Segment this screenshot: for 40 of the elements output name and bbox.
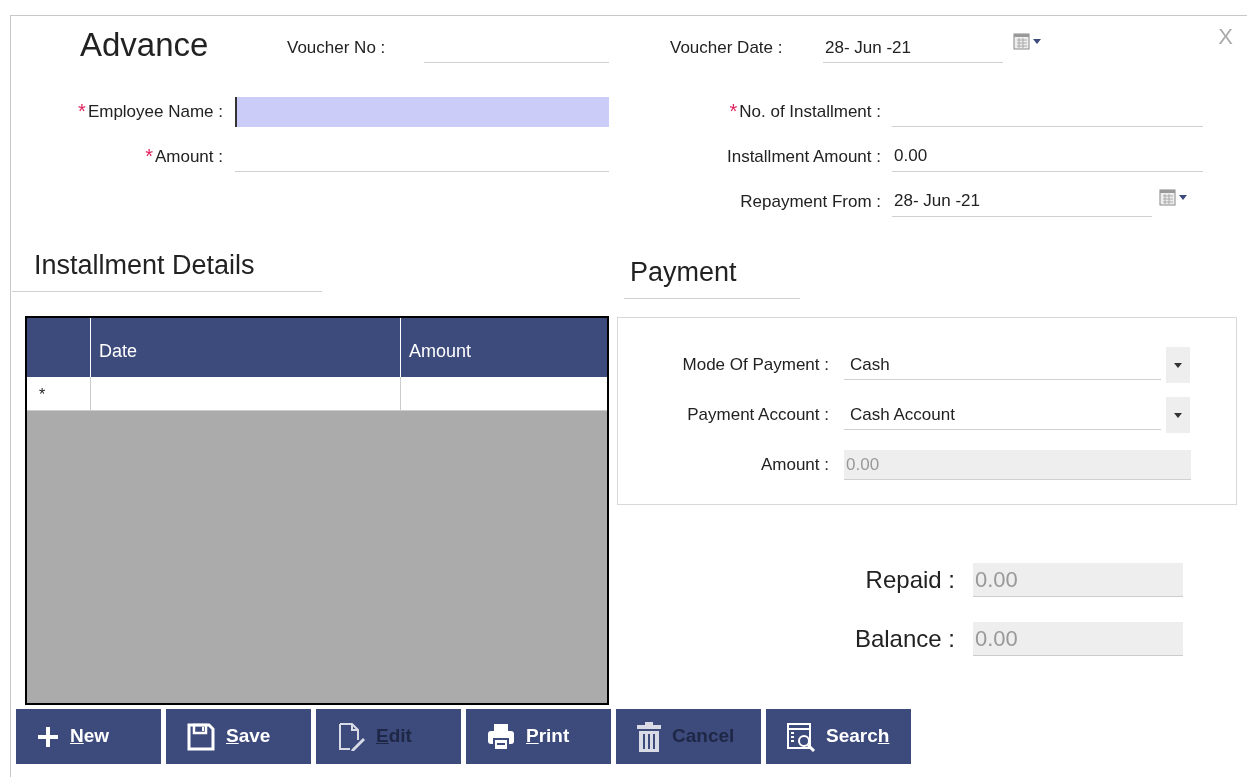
- date-field[interactable]: 28- Jun -21: [892, 186, 1152, 217]
- required-marker: *: [78, 98, 86, 124]
- section-heading: Installment Details: [34, 249, 255, 283]
- text-field[interactable]: [235, 96, 609, 127]
- dropdown-button[interactable]: [1166, 397, 1190, 433]
- field-label: Amount :: [760, 454, 829, 477]
- field-label: Amount :: [154, 145, 223, 168]
- column-header: Amount: [408, 340, 473, 363]
- date-field[interactable]: 28- Jun -21: [823, 33, 1003, 63]
- toolbar-button[interactable]: New: [16, 709, 161, 764]
- toolbar-button[interactable]: Print: [466, 709, 611, 764]
- field-label: Installment Amount :: [726, 145, 881, 168]
- required-marker: *: [145, 143, 153, 169]
- search-icon: [786, 721, 816, 752]
- document-pencil-icon: [336, 721, 366, 752]
- field-label: Repaid :: [865, 565, 955, 595]
- field-label: Payment Account :: [687, 404, 829, 427]
- form-title: Advance: [80, 26, 209, 64]
- field-label: Mode Of Payment :: [682, 354, 829, 377]
- toolbar-button[interactable]: Search: [766, 709, 911, 764]
- field-label: Employee Name :: [87, 100, 223, 123]
- caret-icon: [1174, 362, 1182, 368]
- toolbar-button[interactable]: Save: [166, 709, 311, 764]
- dropdown-button[interactable]: [1166, 347, 1190, 383]
- text-field[interactable]: 0.00: [892, 141, 1203, 172]
- readonly-field: 0.00: [973, 622, 1183, 656]
- caret-icon: [1174, 412, 1182, 418]
- readonly-field: 0.00: [973, 563, 1183, 597]
- field-label: No. of Installment :: [739, 100, 881, 123]
- field-label: Voucher No :: [287, 38, 386, 58]
- field-label: Balance :: [854, 624, 955, 654]
- field-label: Repayment From :: [740, 190, 881, 213]
- trash-icon: [636, 720, 662, 753]
- dropdown-field[interactable]: Cash Account: [844, 400, 1161, 430]
- printer-icon: [486, 721, 516, 752]
- section-heading: Payment: [630, 256, 737, 290]
- dropdown-field[interactable]: Cash: [844, 350, 1161, 380]
- required-marker: *: [729, 98, 738, 124]
- plus-icon: [36, 724, 60, 749]
- field-label: Voucher Date :: [670, 38, 783, 58]
